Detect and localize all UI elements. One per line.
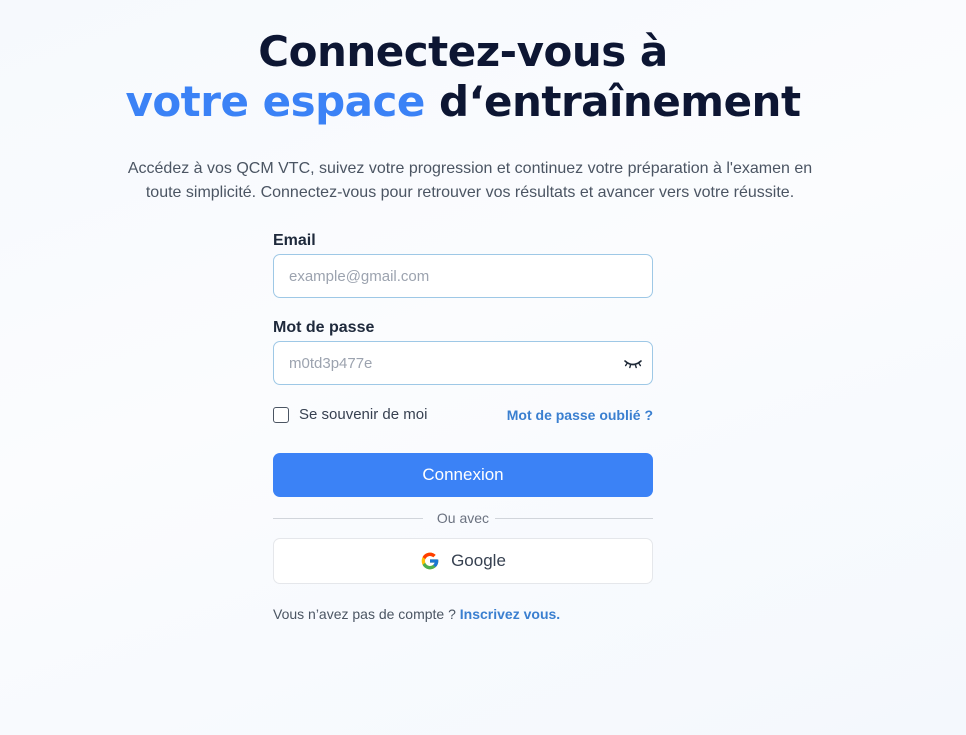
remember-checkbox[interactable] <box>273 407 289 423</box>
login-form: Email Mot de passe Se souvenir de moi Mo… <box>273 229 653 624</box>
password-field-wrap <box>273 341 653 385</box>
login-button[interactable]: Connexion <box>273 453 653 497</box>
intro-line-1: Accédez à vos QCM VTC, suivez votre prog… <box>127 160 813 177</box>
page-title-line-1: Connectez-vous à <box>0 27 926 77</box>
divider-line-right <box>495 518 653 519</box>
title-text: Connectez-vous à <box>258 27 668 76</box>
email-label: Email <box>273 232 316 249</box>
google-button-label: Google <box>451 551 506 570</box>
google-icon <box>421 552 439 570</box>
eye-closed-icon[interactable] <box>623 353 643 373</box>
remember-row: Se souvenir de moi Mot de passe oublié ? <box>273 403 653 427</box>
divider: Ou avec <box>273 508 653 528</box>
login-page: Connectez-vous à votre espace d‘entraîne… <box>0 0 966 735</box>
divider-line-left <box>273 518 423 519</box>
signup-link[interactable]: Inscrivez vous. <box>460 606 560 622</box>
email-field[interactable] <box>273 254 653 298</box>
signup-prompt: Vous n’avez pas de compte ? Inscrivez vo… <box>273 604 653 624</box>
password-field[interactable] <box>273 341 653 385</box>
google-login-button[interactable]: Google <box>273 538 653 584</box>
title-rest-text: d‘entraînement <box>424 77 801 126</box>
intro-line-2: toute simplicité. Connectez-vous pour re… <box>145 184 795 201</box>
page-title-line-2: votre espace d‘entraînement <box>0 77 926 127</box>
forgot-password-link[interactable]: Mot de passe oublié ? <box>507 403 653 427</box>
title-accent-text: votre espace <box>125 77 425 126</box>
signup-prompt-text: Vous n’avez pas de compte ? <box>273 606 460 622</box>
password-label: Mot de passe <box>273 319 375 336</box>
remember-label[interactable]: Se souvenir de moi <box>299 403 427 427</box>
intro-text: Accédez à vos QCM VTC, suivez votre prog… <box>60 157 880 205</box>
divider-text: Ou avec <box>436 510 490 526</box>
email-field-wrap <box>273 254 653 298</box>
